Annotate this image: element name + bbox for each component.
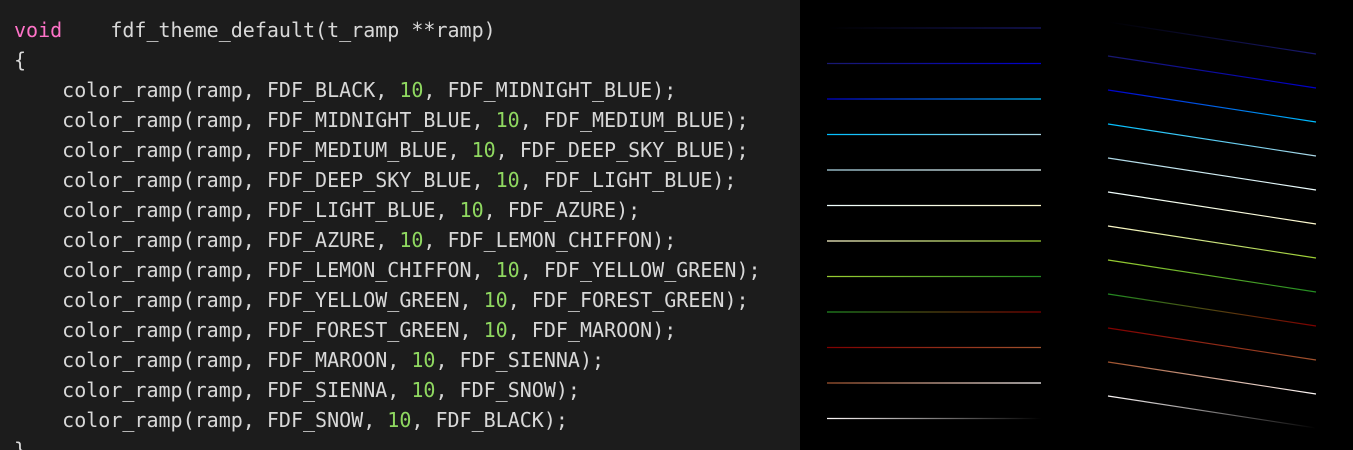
call-suffix: , FDF_DEEP_SKY_BLUE); — [495, 138, 749, 162]
step-count-number: 10 — [483, 318, 508, 342]
diagonal-ramp-line — [1107, 225, 1317, 259]
step-count-number: 10 — [399, 228, 424, 252]
call-prefix: color_ramp(ramp, FDF_YELLOW_GREEN, — [14, 288, 484, 312]
ramp-preview-canvas — [827, 21, 1317, 429]
color-ramp-call-line: color_ramp(ramp, FDF_SNOW, 10, FDF_BLACK… — [14, 405, 568, 435]
diagonal-ramp-line — [1107, 89, 1317, 123]
call-prefix: color_ramp(ramp, FDF_SNOW, — [14, 408, 388, 432]
diagonal-ramp-line — [1107, 123, 1317, 157]
call-prefix: color_ramp(ramp, FDF_MEDIUM_BLUE, — [14, 138, 472, 162]
call-prefix: color_ramp(ramp, FDF_SIENNA, — [14, 378, 412, 402]
color-ramp-call-line: color_ramp(ramp, FDF_SIENNA, 10, FDF_SNO… — [14, 375, 580, 405]
call-prefix: color_ramp(ramp, FDF_FOREST_GREEN, — [14, 318, 484, 342]
call-prefix: color_ramp(ramp, FDF_DEEP_SKY_BLUE, — [14, 168, 496, 192]
call-suffix: , FDF_FOREST_GREEN); — [507, 288, 749, 312]
call-suffix: , FDF_MAROON); — [507, 318, 677, 342]
step-count-number: 10 — [471, 138, 496, 162]
color-ramp-call-line: color_ramp(ramp, FDF_MAROON, 10, FDF_SIE… — [14, 345, 604, 375]
color-ramp-call-line: color_ramp(ramp, FDF_MEDIUM_BLUE, 10, FD… — [14, 135, 749, 165]
step-count-number: 10 — [495, 108, 520, 132]
step-count-number: 10 — [459, 198, 484, 222]
color-ramp-call-line: color_ramp(ramp, FDF_DEEP_SKY_BLUE, 10, … — [14, 165, 736, 195]
diagonal-ramp-line — [1107, 361, 1317, 395]
close-brace: } — [14, 438, 27, 450]
step-count-number: 10 — [411, 378, 436, 402]
diagonal-ramp-line — [1107, 191, 1317, 225]
call-suffix: , FDF_LIGHT_BLUE); — [519, 168, 737, 192]
step-count-number: 10 — [399, 78, 424, 102]
call-prefix: color_ramp(ramp, FDF_LEMON_CHIFFON, — [14, 258, 496, 282]
call-suffix: , FDF_BLACK); — [411, 408, 568, 432]
call-suffix: , FDF_AZURE); — [483, 198, 641, 222]
diagonal-ramp-line — [1107, 327, 1317, 361]
call-suffix: , FDF_LEMON_CHIFFON); — [423, 228, 677, 252]
open-brace: { — [14, 48, 27, 72]
call-suffix: , FDF_SNOW); — [435, 378, 580, 402]
ramp-preview — [800, 0, 1353, 450]
step-count-number: 10 — [387, 408, 412, 432]
call-prefix: color_ramp(ramp, FDF_MIDNIGHT_BLUE, — [14, 108, 496, 132]
function-signature-line: void fdf_theme_default(t_ramp **ramp) — [14, 15, 496, 45]
diagonal-ramp-line — [1107, 21, 1317, 55]
diagonal-ramp-line — [1107, 259, 1317, 293]
diagonal-ramp-line — [1107, 157, 1317, 191]
color-ramp-call-line: color_ramp(ramp, FDF_LEMON_CHIFFON, 10, … — [14, 255, 761, 285]
color-ramp-call-line: color_ramp(ramp, FDF_AZURE, 10, FDF_LEMO… — [14, 225, 676, 255]
color-ramp-call-line: color_ramp(ramp, FDF_LIGHT_BLUE, 10, FDF… — [14, 195, 640, 225]
call-suffix: , FDF_YELLOW_GREEN); — [519, 258, 761, 282]
diagonal-ramp-line — [1107, 395, 1317, 429]
step-count-number: 10 — [483, 288, 508, 312]
call-prefix: color_ramp(ramp, FDF_MAROON, — [14, 348, 412, 372]
void-keyword: void — [14, 18, 63, 42]
call-suffix: , FDF_MIDNIGHT_BLUE); — [423, 78, 677, 102]
code-editor[interactable]: void fdf_theme_default(t_ramp **ramp) { … — [0, 0, 800, 450]
step-count-number: 10 — [411, 348, 436, 372]
color-ramp-call-line: color_ramp(ramp, FDF_YELLOW_GREEN, 10, F… — [14, 285, 749, 315]
call-suffix: , FDF_SIENNA); — [435, 348, 605, 372]
step-count-number: 10 — [495, 168, 520, 192]
color-ramp-call-line: color_ramp(ramp, FDF_BLACK, 10, FDF_MIDN… — [14, 75, 676, 105]
diagonal-ramp-line — [1107, 293, 1317, 327]
step-count-number: 10 — [495, 258, 520, 282]
color-ramp-call-line: color_ramp(ramp, FDF_MIDNIGHT_BLUE, 10, … — [14, 105, 749, 135]
call-prefix: color_ramp(ramp, FDF_AZURE, — [14, 228, 400, 252]
call-prefix: color_ramp(ramp, FDF_LIGHT_BLUE, — [14, 198, 460, 222]
diagonal-ramp-line — [1107, 55, 1317, 89]
function-signature: fdf_theme_default(t_ramp **ramp) — [62, 18, 496, 42]
color-ramp-call-line: color_ramp(ramp, FDF_FOREST_GREEN, 10, F… — [14, 315, 676, 345]
call-suffix: , FDF_MEDIUM_BLUE); — [519, 108, 749, 132]
call-prefix: color_ramp(ramp, FDF_BLACK, — [14, 78, 400, 102]
